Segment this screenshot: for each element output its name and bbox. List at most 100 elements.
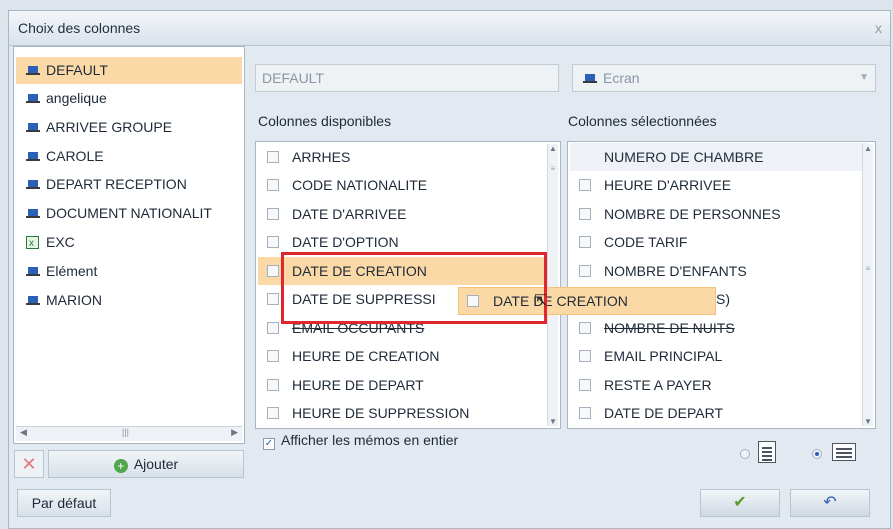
- landscape-page-icon: [832, 443, 856, 461]
- profile-label: Elément: [46, 263, 98, 279]
- checkbox[interactable]: [579, 236, 591, 248]
- scroll-up-icon[interactable]: ▲: [863, 144, 873, 153]
- checkbox[interactable]: [267, 236, 279, 248]
- selected-column-item[interactable]: DATE DE DEPART: [570, 399, 723, 427]
- scroll-left-icon[interactable]: ◀: [20, 427, 27, 438]
- dialog-title: Choix des colonnes: [18, 20, 141, 36]
- checkbox[interactable]: [267, 379, 279, 391]
- profile-label: ARRIVEE GROUPE: [46, 119, 173, 135]
- profile-item[interactable]: ARRIVEE GROUPE: [16, 114, 242, 141]
- available-columns-label: Colonnes disponibles: [258, 113, 392, 129]
- scroll-down-icon[interactable]: ▼: [863, 417, 873, 426]
- scroll-right-icon[interactable]: ▶: [231, 427, 238, 438]
- checkbox[interactable]: [267, 322, 279, 334]
- checkbox[interactable]: [579, 407, 591, 419]
- output-select[interactable]: Ecran ▼: [572, 64, 876, 92]
- selected-column-item[interactable]: CODE TARIF: [570, 228, 688, 256]
- column-label: S): [716, 291, 730, 307]
- profile-item[interactable]: angelique: [16, 85, 242, 112]
- computer-icon: [26, 93, 40, 104]
- horizontal-scrollbar[interactable]: ◀ ||| ▶: [16, 426, 242, 441]
- profile-list[interactable]: DEFAULT angelique ARRIVEE GROUPE CAROLE …: [13, 46, 245, 444]
- column-label: DATE DE DEPART: [604, 405, 724, 421]
- add-button[interactable]: + Ajouter: [48, 450, 244, 478]
- checkbox[interactable]: [267, 265, 279, 277]
- plus-icon: +: [113, 459, 128, 473]
- checkbox[interactable]: [267, 208, 279, 220]
- chevron-down-icon[interactable]: ▼: [859, 65, 869, 91]
- available-column-item[interactable]: HEURE DE SUPPRESSION: [258, 399, 469, 427]
- available-column-item[interactable]: ARRHES: [258, 143, 350, 171]
- profile-name-field[interactable]: DEFAULT: [255, 64, 559, 92]
- checkbox[interactable]: [267, 179, 279, 191]
- column-label: HEURE DE DEPART: [292, 377, 424, 393]
- available-column-item[interactable]: CODE NATIONALITE: [258, 171, 427, 199]
- column-label: HEURE D'ARRIVEE: [604, 177, 732, 193]
- scroll-grip-icon[interactable]: ≡: [549, 164, 557, 178]
- available-column-item[interactable]: HEURE DE CREATION: [258, 342, 440, 370]
- profile-item[interactable]: DEFAULT: [16, 57, 242, 84]
- delete-button[interactable]: ✕: [14, 450, 44, 478]
- checkbox[interactable]: [579, 265, 591, 277]
- profile-item[interactable]: DOCUMENT NATIONALIT: [16, 200, 242, 227]
- drag-cursor-icon: ⇱: [534, 293, 548, 310]
- computer-icon: [26, 122, 40, 133]
- selected-columns-list[interactable]: NUMERO DE CHAMBRE HEURE D'ARRIVEE NOMBRE…: [567, 141, 876, 429]
- checkbox-checked[interactable]: ✓: [263, 438, 275, 450]
- vertical-scrollbar[interactable]: ▲ ≡ ▼: [547, 144, 558, 426]
- computer-icon: [26, 179, 40, 190]
- selected-column-item[interactable]: RESTE A PAYER: [570, 371, 712, 399]
- computer-icon: [26, 208, 40, 219]
- profile-item[interactable]: DEPART RECEPTION: [16, 171, 242, 198]
- available-column-item[interactable]: DATE D'ARRIVEE: [258, 200, 406, 228]
- selected-column-item[interactable]: NUMERO DE CHAMBRE: [570, 143, 868, 171]
- undo-button[interactable]: ↶: [790, 489, 870, 517]
- computer-icon: [26, 266, 40, 277]
- checkbox[interactable]: [579, 379, 591, 391]
- computer-icon: [583, 73, 597, 84]
- available-column-item[interactable]: HEURE DE DEPART: [258, 371, 424, 399]
- selected-column-item[interactable]: EMAIL PRINCIPAL: [570, 342, 722, 370]
- landscape-radio[interactable]: [812, 449, 822, 459]
- column-label: NOMBRE D'ENFANTS: [604, 263, 747, 279]
- computer-icon: [26, 151, 40, 162]
- selected-column-item[interactable]: NOMBRE DE PERSONNES: [570, 200, 781, 228]
- column-label: NUMERO DE CHAMBRE: [604, 149, 764, 165]
- ok-button[interactable]: ✔: [700, 489, 780, 517]
- close-icon[interactable]: x: [875, 20, 882, 36]
- memo-option[interactable]: ✓ Afficher les mémos en entier: [263, 432, 458, 450]
- profile-item[interactable]: Elément: [16, 258, 242, 285]
- selected-column-item[interactable]: S): [716, 285, 730, 313]
- checkbox[interactable]: [267, 407, 279, 419]
- portrait-radio[interactable]: [740, 449, 750, 459]
- checkbox[interactable]: [579, 350, 591, 362]
- selected-column-item[interactable]: HEURE D'ARRIVEE: [570, 171, 731, 199]
- profile-item[interactable]: MARION: [16, 287, 242, 314]
- scroll-up-icon[interactable]: ▲: [548, 144, 558, 153]
- portrait-page-icon: [758, 441, 776, 463]
- scroll-grip-icon[interactable]: |||: [122, 427, 129, 437]
- checkbox[interactable]: [267, 151, 279, 163]
- vertical-scrollbar[interactable]: ▲ ≡ ▼: [862, 144, 873, 426]
- column-label: HEURE DE SUPPRESSION: [292, 405, 470, 421]
- checkbox[interactable]: [267, 293, 279, 305]
- column-label: HEURE DE CREATION: [292, 348, 440, 364]
- selected-columns-label: Colonnes sélectionnées: [568, 113, 717, 129]
- annotation-highlight-box: [281, 252, 547, 324]
- default-button[interactable]: Par défaut: [17, 489, 111, 517]
- scroll-down-icon[interactable]: ▼: [548, 417, 558, 426]
- profile-item[interactable]: CAROLE: [16, 143, 242, 170]
- scroll-grip-icon[interactable]: ≡: [864, 264, 872, 278]
- profile-label: DEFAULT: [46, 62, 108, 78]
- dialog-titlebar: Choix des colonnes x: [9, 11, 890, 46]
- checkbox[interactable]: [579, 322, 591, 334]
- checkbox[interactable]: [579, 208, 591, 220]
- computer-icon: [26, 295, 40, 306]
- default-label: Par défaut: [31, 495, 97, 511]
- selected-column-item[interactable]: NOMBRE D'ENFANTS: [570, 257, 747, 285]
- checkbox[interactable]: [579, 179, 591, 191]
- column-label: DATE D'OPTION: [292, 234, 399, 250]
- profile-item[interactable]: EXC: [16, 229, 242, 256]
- selected-column-item[interactable]: NOMBRE DE NUITS: [570, 314, 735, 342]
- checkbox[interactable]: [267, 350, 279, 362]
